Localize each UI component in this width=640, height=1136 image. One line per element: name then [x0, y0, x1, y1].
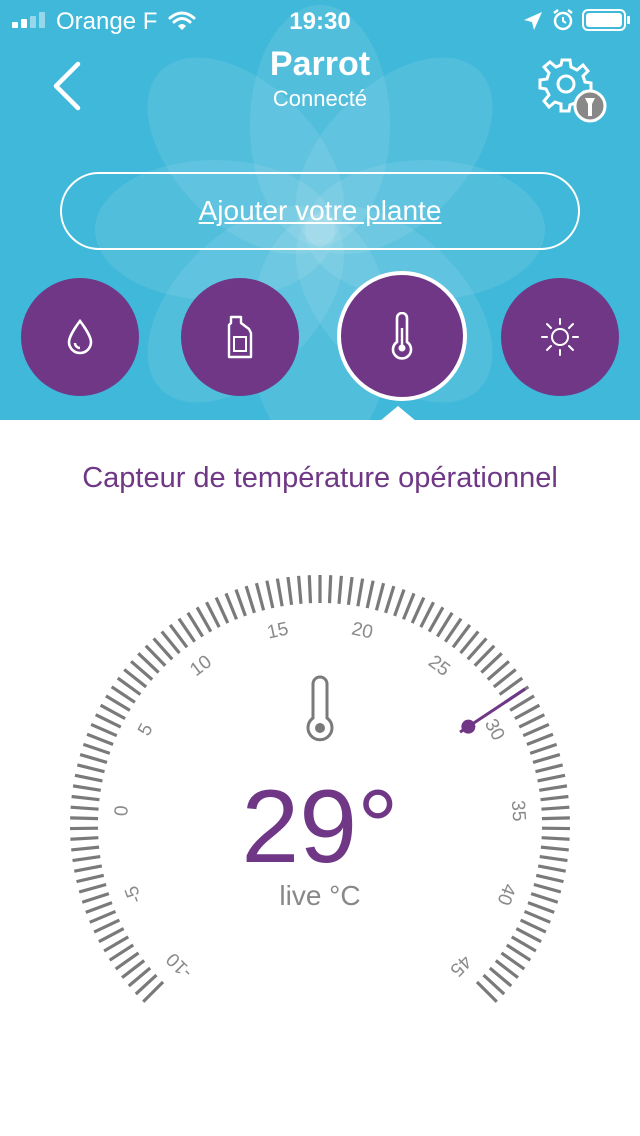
gauge-tick — [275, 578, 284, 607]
gauge-tick — [402, 592, 416, 620]
gauge-tick — [529, 742, 558, 755]
gauge-label: 20 — [350, 619, 375, 644]
gauge-tick — [327, 575, 333, 604]
gauge-tick — [346, 576, 354, 606]
status-bar: Orange F 19:30 — [0, 0, 640, 40]
thermometer-icon — [306, 675, 334, 742]
gauge-tick — [514, 703, 541, 721]
temperature-value: 29° — [241, 769, 399, 885]
gauge-tick — [86, 732, 114, 746]
needle-dot — [461, 719, 476, 734]
gauge-tick — [393, 589, 406, 617]
sensor-status-text: Capteur de température opérationnel — [82, 462, 558, 494]
alarm-icon — [553, 9, 573, 31]
gauge-tick — [244, 585, 256, 614]
gauge-label: 5 — [134, 720, 158, 739]
gauge-tick — [99, 703, 126, 721]
tab-fertilizer[interactable] — [181, 278, 299, 396]
gauge-label: 10 — [186, 651, 216, 680]
gauge-tick — [90, 722, 118, 738]
gauge-tick — [419, 601, 435, 628]
battery-icon — [582, 9, 630, 31]
gauge-tick — [384, 585, 396, 614]
gauge-tick — [205, 601, 221, 628]
location-icon — [524, 12, 542, 30]
gauge-tick — [82, 742, 111, 755]
water-drop-icon — [67, 319, 93, 355]
thermometer-icon — [391, 312, 413, 360]
gauge-label: 15 — [265, 619, 290, 644]
gauge-tick — [297, 575, 303, 604]
header: Orange F 19:30 Parrot Connecté Ajouter v… — [0, 0, 640, 420]
tab-light[interactable] — [501, 278, 619, 396]
gauge-tick — [98, 927, 125, 944]
settings-button[interactable] — [538, 56, 608, 124]
sensor-device-badge-icon — [573, 89, 607, 123]
tab-water[interactable] — [21, 278, 139, 396]
gauge-label: -10 — [163, 948, 197, 982]
gauge-tick — [365, 580, 375, 609]
gauge-tick — [79, 753, 108, 764]
sun-icon — [541, 318, 579, 356]
gauge-label: 30 — [480, 716, 509, 745]
gauge-label: 45 — [445, 950, 475, 980]
temperature-unit: live °C — [279, 880, 361, 911]
gauge-tick — [214, 596, 230, 624]
gauge-tick — [234, 589, 247, 617]
gauge-tick — [265, 580, 275, 609]
active-tab-pointer — [380, 406, 416, 420]
gauge-tick — [374, 582, 386, 611]
gauge-tick — [286, 576, 294, 606]
gauge-label: 25 — [424, 651, 454, 680]
fertilizer-bottle-icon — [227, 315, 253, 359]
gauge-tick — [532, 753, 561, 764]
gauge-tick — [337, 575, 343, 604]
gauge-tick — [89, 909, 117, 924]
gauge-tick — [254, 582, 266, 611]
gauge-tick — [518, 713, 546, 729]
gauge-tick — [410, 596, 426, 624]
tab-temperature[interactable] — [337, 271, 467, 401]
gauge-tick — [522, 722, 550, 738]
gauge-tick — [224, 592, 238, 620]
gauge-tick — [93, 918, 121, 934]
gauge-tick — [307, 575, 313, 604]
gauge-tick — [356, 578, 365, 607]
gauge-tick — [519, 918, 547, 934]
gauge-tick — [526, 732, 554, 746]
gauge-tick — [515, 927, 542, 944]
clock: 19:30 — [289, 8, 351, 35]
gauge-tick — [523, 909, 551, 924]
add-plant-button[interactable]: Ajouter votre plante — [60, 172, 580, 250]
gauge-tick — [94, 713, 122, 729]
